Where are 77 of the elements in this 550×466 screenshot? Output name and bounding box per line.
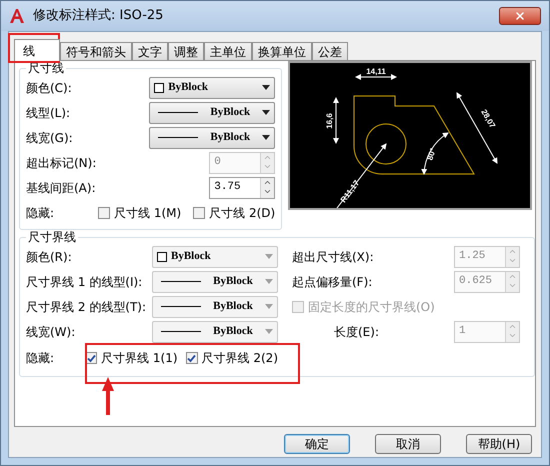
checkmark-icon (86, 354, 96, 362)
dropdown-value: ByBlock (209, 130, 252, 146)
group-title: 尺寸界线 (27, 230, 77, 244)
field-label: 线宽(W): (26, 324, 76, 340)
spinner-value: 1.25 (458, 249, 486, 264)
checkbox-square[interactable] (98, 207, 110, 219)
dropdown-value: ByBlock (212, 274, 254, 290)
dialog-button[interactable]: 取消 (375, 434, 441, 454)
tab[interactable]: 调整 (168, 42, 204, 60)
line-sample-icon (161, 281, 201, 282)
checkbox[interactable]: 尺寸界线 1(1) (85, 349, 178, 367)
line-sample-icon (161, 331, 201, 332)
line-sample-icon (158, 112, 198, 113)
spinner-field[interactable]: 3.75 (209, 176, 276, 198)
dimension-arrow (456, 92, 498, 164)
field-label: 尺寸界线 2 的线型(T): (26, 298, 147, 316)
tab[interactable]: 换算单位 (252, 42, 312, 60)
dimension-arrow (355, 74, 398, 80)
tab[interactable]: 主单位 (204, 42, 252, 60)
line-sample-icon (161, 306, 201, 307)
checkbox-square[interactable] (193, 207, 206, 219)
spinner-value: 1 (458, 324, 467, 340)
spinner-value: 3.75 (213, 180, 242, 196)
spinner-value: 0 (213, 155, 222, 170)
field-label: 起点偏移量(F): (292, 274, 374, 290)
dropdown-arrow-icon (262, 110, 270, 115)
dialog-button[interactable]: 帮助(H) (466, 434, 532, 454)
field-label: 超出尺寸线(X): (292, 248, 375, 266)
tab[interactable]: 符号和箭头 (60, 42, 132, 60)
color-swatch-icon (157, 252, 167, 262)
dropdown-arrow-icon (262, 135, 270, 140)
checkmark-icon (187, 354, 196, 362)
field-label: 长度(E): (333, 324, 380, 340)
field-label: 颜色(C): (26, 80, 73, 96)
field-label: 隐藏: (26, 350, 56, 367)
close-button[interactable] (499, 7, 541, 25)
field-label: 尺寸界线 1 的线型(I): (26, 274, 144, 290)
color-swatch-icon (154, 82, 164, 92)
spinner-arrows-icon[interactable] (260, 178, 274, 198)
line-sample-icon (158, 137, 198, 138)
field-label: 颜色(R): (26, 248, 73, 266)
tab[interactable]: 文字 (132, 42, 168, 60)
checkbox[interactable]: 尺寸线 1(M) (98, 204, 182, 222)
tab[interactable]: 公差 (312, 42, 348, 60)
tab[interactable]: 线 (14, 39, 60, 61)
field-label: 线宽(G): (26, 130, 74, 146)
dropdown-arrow-icon (262, 85, 270, 90)
dropdown-value: ByBlock (212, 299, 254, 314)
dropdown-arrow-icon (265, 254, 273, 259)
close-icon (514, 10, 526, 22)
app-logo-icon (9, 8, 25, 24)
dropdown[interactable]: ByBlock (149, 76, 276, 98)
field-label: 线型(L): (26, 104, 72, 122)
field-label: 隐藏: (26, 205, 56, 222)
dropdown-arrow-icon (265, 304, 273, 309)
dropdown-value: ByBlock (171, 249, 212, 264)
dialog-button[interactable]: 确定 (284, 434, 350, 454)
window-title: 修改标注样式: ISO-25 (33, 7, 164, 26)
dropdown-value: ByBlock (212, 324, 254, 340)
dropdown[interactable]: ByBlock (149, 102, 276, 124)
dropdown-arrow-icon (265, 279, 273, 284)
dimension-text: 14,11 (366, 67, 386, 76)
pointer-arrow-icon (102, 377, 114, 415)
checkbox[interactable]: 尺寸线 2(D) (193, 204, 276, 222)
highlight-frame (8, 33, 60, 63)
spinner-value: 0.625 (458, 274, 494, 290)
field-label: 基线间距(A): (26, 180, 97, 196)
checkbox[interactable]: 尺寸界线 2(2) (186, 349, 278, 367)
hole-circle (366, 124, 407, 164)
field-label: 超出标记(N): (26, 154, 98, 172)
dimension-arrow (422, 132, 450, 175)
dropdown-arrow-icon (265, 329, 273, 334)
dropdown-value: ByBlock (168, 80, 209, 96)
checkbox-square[interactable] (186, 352, 198, 364)
dimension-text: 16,6 (325, 113, 334, 129)
dropdown-value: ByBlock (209, 105, 252, 120)
dropdown[interactable]: ByBlock (149, 126, 276, 148)
